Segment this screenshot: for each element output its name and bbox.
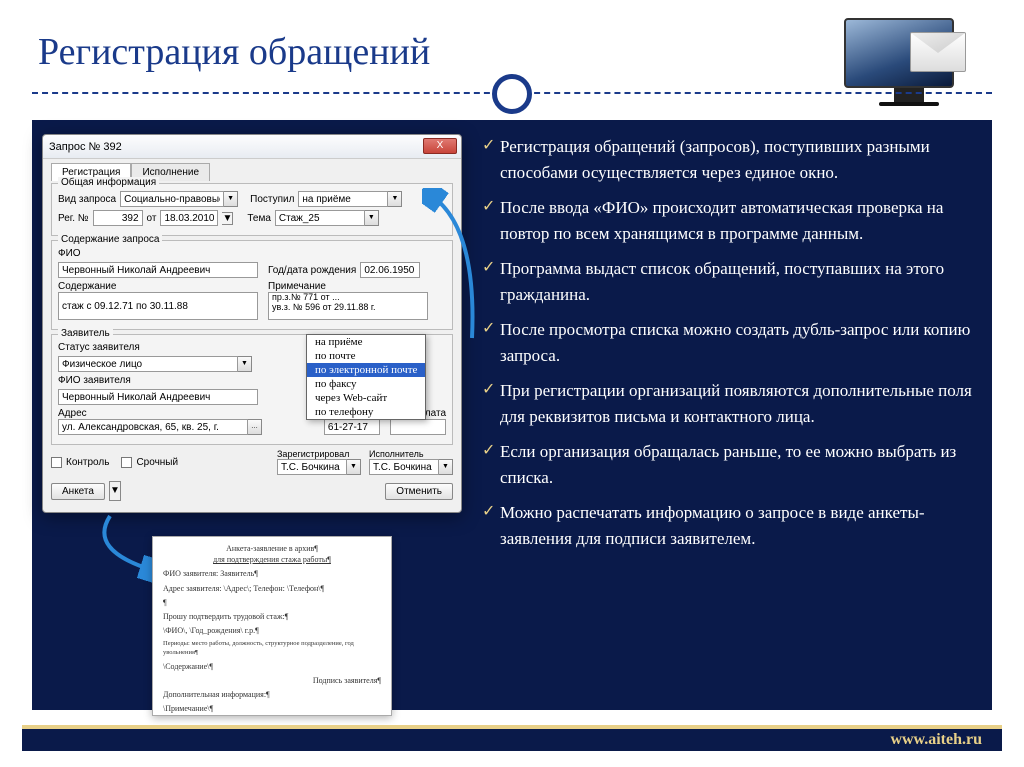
doc-preview: Анкета-заявление в архив¶ для подтвержде…	[152, 536, 392, 716]
birth-field[interactable]	[360, 262, 420, 278]
ellipsis-icon[interactable]: …	[248, 419, 262, 435]
dropdown-option-selected[interactable]: по электронной почте	[307, 363, 425, 377]
addr-field[interactable]	[58, 419, 248, 435]
vid-zaprosa-label: Вид запроса	[58, 194, 116, 205]
dropdown-arrow-icon[interactable]: ▼	[109, 481, 121, 501]
vid-zaprosa-field[interactable]	[120, 191, 224, 207]
prim-field[interactable]: пр.з.№ 771 от ...ув.з. № 596 от 29.11.88…	[268, 292, 428, 320]
bullet-item: Если организация обращалась раньше, то е…	[482, 439, 982, 490]
dropdown-arrow-icon[interactable]: ▼	[347, 459, 361, 475]
bullet-list: Регистрация обращений (запросов), поступ…	[482, 134, 982, 700]
postupil-field[interactable]	[298, 191, 388, 207]
exec-label: Исполнитель	[369, 449, 453, 459]
soderzh-label: Содержание	[58, 281, 258, 292]
tema-field[interactable]	[275, 210, 365, 226]
fio-z-label: ФИО заявителя	[58, 375, 131, 386]
birth-label: Год/дата рождения	[268, 265, 356, 276]
reg-no-label: Рег. №	[58, 213, 89, 224]
ot-label: от	[147, 213, 157, 224]
dropdown-arrow-icon[interactable]: ▼	[224, 191, 238, 207]
dropdown-arrow-icon[interactable]: ▼	[222, 212, 233, 225]
dropdown-arrow-icon[interactable]: ▼	[365, 210, 379, 226]
content-group: Содержание запроса ФИО Год/дата рождения…	[51, 240, 453, 330]
bullet-item: После просмотра списка можно создать дуб…	[482, 317, 982, 368]
pred-field[interactable]	[390, 419, 446, 435]
divider	[32, 92, 992, 94]
urgent-label: Срочный	[136, 457, 178, 468]
dropdown-option[interactable]: по почте	[307, 349, 425, 363]
anketa-button[interactable]: Анкета	[51, 483, 105, 500]
control-label: Контроль	[66, 457, 109, 468]
prim-label: Примечание	[268, 281, 446, 292]
dropdown-option[interactable]: на приёме	[307, 335, 425, 349]
arrow-curve-icon	[422, 188, 482, 348]
envelope-icon	[910, 32, 966, 72]
addr-label: Адрес	[58, 408, 320, 419]
reg-no-field[interactable]	[93, 210, 143, 226]
monitor-mail-icon	[844, 18, 974, 118]
dropdown-option[interactable]: по факсу	[307, 377, 425, 391]
exec-field[interactable]	[369, 459, 439, 475]
bullet-item: При регистрации организаций появляются д…	[482, 378, 982, 429]
reg-by-label: Зарегистрировал	[277, 449, 361, 459]
circle-decor-icon	[492, 74, 532, 114]
bullet-item: Регистрация обращений (запросов), поступ…	[482, 134, 982, 185]
date-field[interactable]	[160, 210, 218, 226]
cancel-button[interactable]: Отменить	[385, 483, 453, 500]
soderzh-field[interactable]	[58, 292, 258, 320]
footer-url: www.aiteh.ru	[890, 731, 982, 749]
footer: www.aiteh.ru	[22, 725, 1002, 751]
dropdown-option[interactable]: через Web-сайт	[307, 391, 425, 405]
general-info-group: Общая информация Вид запроса ▼ Поступил …	[51, 183, 453, 236]
control-checkbox[interactable]	[51, 457, 62, 468]
dropdown-arrow-icon[interactable]: ▼	[388, 191, 402, 207]
urgent-checkbox[interactable]	[121, 457, 132, 468]
status-field[interactable]	[58, 356, 238, 372]
dialog-title: Запрос № 392	[49, 141, 122, 153]
tel-field[interactable]	[324, 419, 380, 435]
tema-label: Тема	[247, 213, 271, 224]
fio-label: ФИО	[58, 248, 81, 259]
content-legend: Содержание запроса	[58, 234, 162, 245]
status-label: Статус заявителя	[58, 342, 140, 353]
close-button[interactable]: X	[423, 138, 457, 154]
fio-field[interactable]	[58, 262, 258, 278]
request-dialog: Запрос № 392 X Регистрация Исполнение Об…	[42, 134, 462, 513]
general-info-legend: Общая информация	[58, 177, 159, 188]
dropdown-arrow-icon[interactable]: ▼	[238, 356, 252, 372]
bullet-item: Программа выдаст список обращений, посту…	[482, 256, 982, 307]
delivery-dropdown[interactable]: на приёме по почте по электронной почте …	[306, 334, 426, 420]
titlebar: Запрос № 392 X	[43, 135, 461, 159]
applicant-legend: Заявитель	[58, 328, 113, 339]
dropdown-arrow-icon[interactable]: ▼	[439, 459, 453, 475]
bullet-item: Можно распечатать информацию о запросе в…	[482, 500, 982, 551]
fio-z-field[interactable]	[58, 389, 258, 405]
dropdown-option[interactable]: по телефону	[307, 405, 425, 419]
postupil-label: Поступил	[250, 194, 294, 205]
bullet-item: После ввода «ФИО» происходит автоматичес…	[482, 195, 982, 246]
reg-by-field[interactable]	[277, 459, 347, 475]
